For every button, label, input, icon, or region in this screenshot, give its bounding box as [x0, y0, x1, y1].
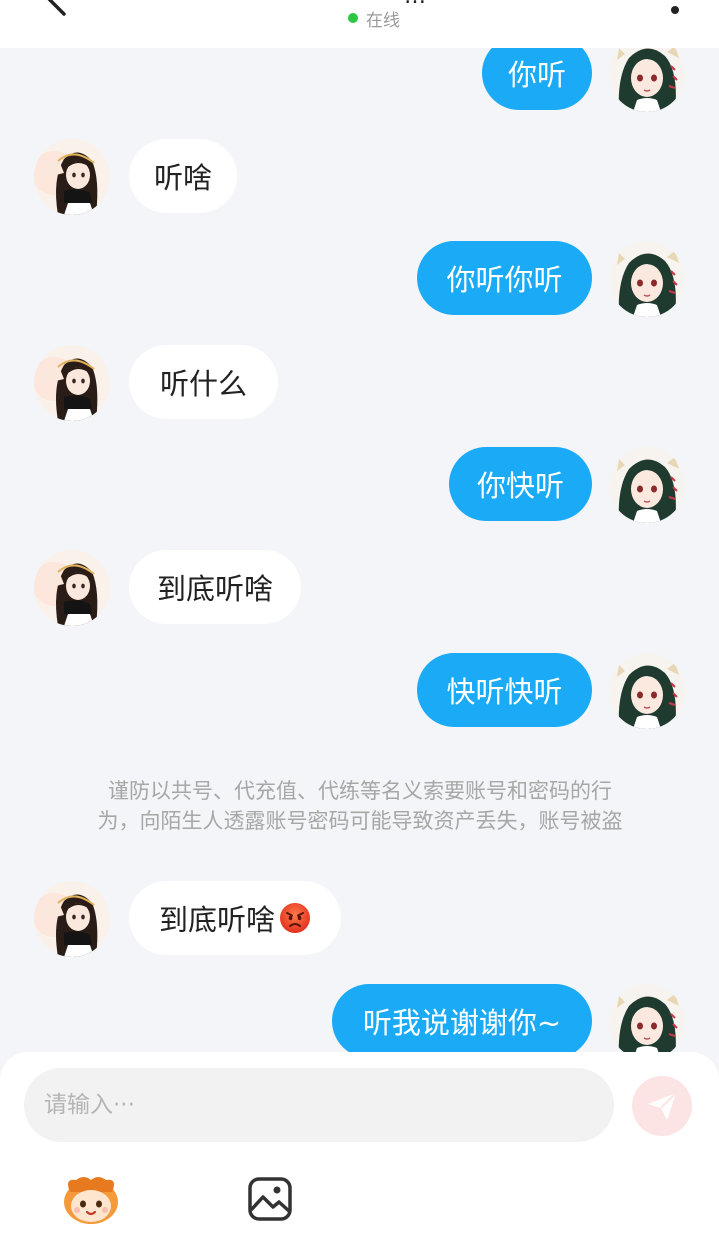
- image-button[interactable]: [246, 1176, 294, 1222]
- message-text: 你听: [507, 58, 566, 92]
- my-avatar[interactable]: [609, 241, 685, 317]
- send-button[interactable]: [632, 1076, 692, 1136]
- online-dot-icon: [348, 13, 358, 23]
- send-icon: [648, 1092, 677, 1120]
- my-avatar[interactable]: [609, 447, 685, 523]
- online-status: 在线: [348, 7, 400, 31]
- message-bubble-outgoing[interactable]: 听我说谢谢你~: [332, 984, 592, 1058]
- message-text: 快听快听: [446, 675, 563, 709]
- security-notice-line: 谨防以共号、代充值、代练等名义索要账号和密码的行: [108, 779, 612, 803]
- message-bubble-incoming[interactable]: 听啥: [129, 139, 237, 213]
- contact-avatar[interactable]: [34, 550, 110, 626]
- message-text: 听啥: [153, 161, 212, 195]
- message-bubble-outgoing[interactable]: 你快听: [449, 447, 592, 521]
- security-notice-line: 为，向陌生人透露账号密码可能导致资产丢失，账号被盗: [97, 809, 623, 833]
- message-row-outgoing: 你听: [0, 36, 719, 116]
- chat-header: … 在线: [0, 0, 719, 48]
- image-icon: [248, 1177, 292, 1221]
- chat-title: …: [340, 0, 490, 4]
- sticker-icon: [64, 1177, 118, 1224]
- online-status-label: 在线: [366, 10, 400, 31]
- message-input[interactable]: [24, 1068, 614, 1142]
- message-bubble-outgoing[interactable]: 你听你听: [417, 241, 592, 315]
- message-bubble-incoming[interactable]: 到底听啥: [129, 550, 301, 624]
- message-bubble-incoming[interactable]: 听什么: [129, 345, 278, 419]
- message-row-incoming: 到底听啥: [0, 550, 719, 630]
- message-text: 听我说谢谢你~: [362, 1006, 562, 1040]
- message-text: 到底听啥: [158, 903, 275, 937]
- message-row-incoming: 听什么: [0, 345, 719, 425]
- message-row-outgoing: 你听你听: [0, 241, 719, 321]
- message-row-outgoing: 快听快听: [0, 653, 719, 733]
- angry-face-emoji-icon: [280, 903, 310, 933]
- message-row-incoming: 听啥: [0, 139, 719, 219]
- back-arrow-icon[interactable]: [34, 0, 74, 20]
- contact-avatar[interactable]: [34, 139, 110, 215]
- more-options-icon[interactable]: [666, 0, 686, 24]
- message-bubble-outgoing[interactable]: 快听快听: [417, 653, 592, 727]
- message-row-outgoing: 你快听: [0, 447, 719, 527]
- security-notice: 谨防以共号、代充值、代练等名义索要账号和密码的行 为，向陌生人透露账号密码可能导…: [40, 776, 680, 836]
- sticker-button[interactable]: [60, 1172, 122, 1228]
- message-text: 你快听: [476, 469, 564, 503]
- chat-screen: 你听 听啥 你听你听 听什么 你快听 到底听啥 快听快听 谨防以共号、代充值、代…: [0, 0, 719, 1248]
- contact-avatar[interactable]: [34, 881, 110, 957]
- my-avatar[interactable]: [609, 984, 685, 1060]
- message-row-incoming: 到底听啥: [0, 881, 719, 961]
- message-bubble-incoming[interactable]: 到底听啥: [129, 881, 341, 955]
- my-avatar[interactable]: [609, 653, 685, 729]
- message-text: 你听你听: [446, 263, 563, 297]
- composer-panel: [0, 1052, 719, 1248]
- message-text: 听什么: [159, 367, 247, 401]
- message-text: 到底听啥: [156, 572, 273, 606]
- contact-avatar[interactable]: [34, 345, 110, 421]
